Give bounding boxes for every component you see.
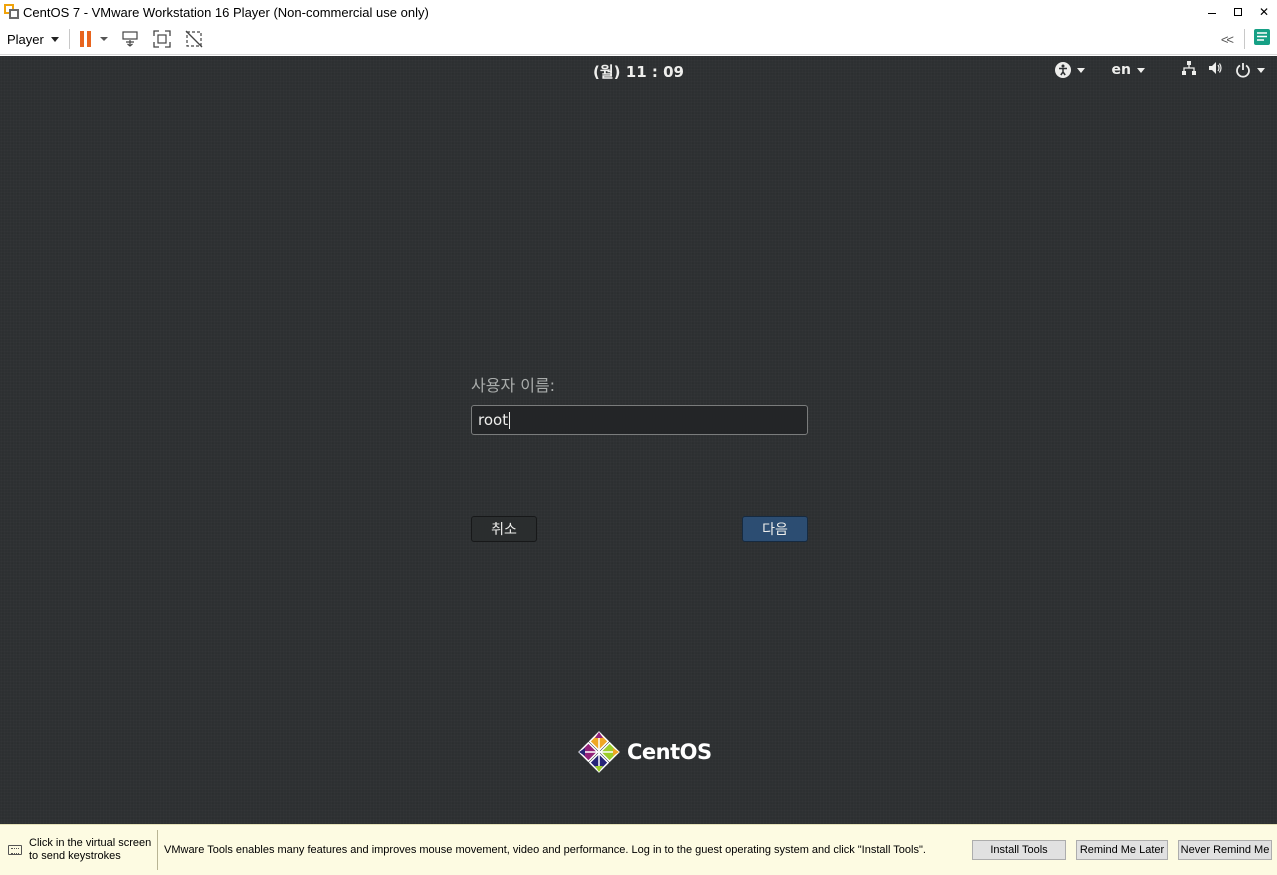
unity-mode-icon[interactable] bbox=[184, 29, 204, 49]
vmware-app-icon bbox=[4, 4, 20, 20]
maximize-icon bbox=[1234, 8, 1242, 16]
keystroke-hint: Click in the virtual screen to send keys… bbox=[29, 837, 153, 863]
toolbar-divider bbox=[1244, 29, 1245, 49]
close-icon: ✕ bbox=[1258, 5, 1270, 19]
chevron-down-icon bbox=[50, 36, 59, 42]
notification-divider bbox=[157, 830, 158, 870]
language-label: en bbox=[1111, 62, 1131, 78]
gnome-top-bar: (월) 11 : 09 en bbox=[0, 56, 1277, 82]
player-toolbar: Player << bbox=[0, 24, 1277, 55]
never-remind-me-button[interactable]: Never Remind Me bbox=[1178, 840, 1272, 860]
centos-logo: CentOS bbox=[577, 730, 712, 774]
network-icon[interactable] bbox=[1181, 60, 1197, 80]
virtual-machine-screen[interactable]: (월) 11 : 09 en 사용자 이름: root 취소 다음 CentOS bbox=[0, 56, 1277, 824]
keystroke-hint-line1: Click in the virtual screen bbox=[29, 837, 152, 849]
vmware-tools-message: VMware Tools enables many features and i… bbox=[164, 844, 926, 856]
send-ctrl-alt-del-icon[interactable] bbox=[120, 29, 140, 49]
maximize-button[interactable] bbox=[1225, 0, 1251, 24]
collapse-toolbar-icon[interactable]: << bbox=[1221, 32, 1234, 47]
username-value: root bbox=[478, 411, 509, 429]
cancel-button[interactable]: 취소 bbox=[471, 516, 537, 542]
power-options-dropdown-icon[interactable] bbox=[99, 37, 108, 41]
chevron-down-icon bbox=[1076, 67, 1085, 73]
player-menu-label: Player bbox=[7, 31, 44, 47]
close-button[interactable]: ✕ bbox=[1251, 0, 1277, 24]
login-form: 사용자 이름: root bbox=[471, 372, 808, 435]
centos-logo-icon bbox=[578, 731, 620, 773]
minimize-icon bbox=[1208, 12, 1216, 14]
player-menu-button[interactable]: Player bbox=[7, 32, 59, 47]
pause-icon[interactable] bbox=[79, 31, 91, 47]
install-tools-button[interactable]: Install Tools bbox=[972, 840, 1066, 860]
title-bar: CentOS 7 - VMware Workstation 16 Player … bbox=[0, 0, 1277, 24]
power-menu[interactable] bbox=[1235, 62, 1277, 78]
language-menu[interactable]: en bbox=[1112, 62, 1145, 78]
keystroke-hint-line2: to send keystrokes bbox=[29, 850, 121, 862]
accessibility-icon bbox=[1054, 62, 1071, 78]
chevron-down-icon bbox=[1137, 67, 1145, 73]
toolbar-divider bbox=[68, 29, 70, 49]
volume-icon[interactable] bbox=[1207, 60, 1223, 80]
login-actions: 취소 다음 bbox=[471, 516, 808, 542]
remind-me-later-button[interactable]: Remind Me Later bbox=[1076, 840, 1168, 860]
vmware-tools-notification-bar: Click in the virtual screen to send keys… bbox=[0, 824, 1277, 875]
system-tray: en bbox=[1054, 60, 1277, 80]
accessibility-menu[interactable] bbox=[1054, 62, 1085, 78]
username-label: 사용자 이름: bbox=[471, 376, 556, 395]
text-cursor bbox=[509, 411, 511, 429]
next-button[interactable]: 다음 bbox=[742, 516, 808, 542]
keyboard-icon bbox=[8, 845, 22, 855]
window-title: CentOS 7 - VMware Workstation 16 Player … bbox=[23, 4, 429, 20]
minimize-button[interactable] bbox=[1199, 0, 1225, 24]
full-screen-icon[interactable] bbox=[152, 29, 172, 49]
chevron-down-icon bbox=[1257, 67, 1265, 73]
window-controls: ✕ bbox=[1199, 0, 1277, 24]
power-icon bbox=[1236, 63, 1250, 78]
username-input[interactable]: root bbox=[471, 405, 808, 435]
centos-wordmark: CentOS bbox=[627, 740, 712, 764]
message-log-icon[interactable] bbox=[1253, 28, 1271, 51]
